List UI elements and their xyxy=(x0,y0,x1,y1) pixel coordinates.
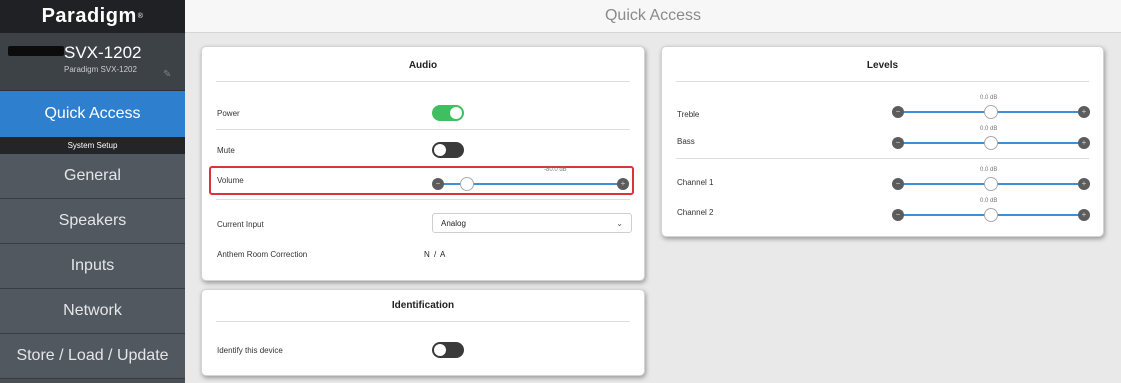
room-correction-label: Anthem Room Correction xyxy=(217,250,308,259)
identification-card: Identification Identify this device xyxy=(201,289,645,376)
channel-2-slider[interactable]: − + 0.0 dB xyxy=(892,198,1090,222)
volume-label: Volume xyxy=(217,176,244,185)
brand-name: Paradigm xyxy=(41,5,137,27)
toggle-knob xyxy=(434,344,446,356)
brand-mark: ® xyxy=(137,13,144,20)
nav-item-speakers[interactable]: Speakers xyxy=(0,199,185,244)
plus-icon[interactable]: + xyxy=(617,178,629,190)
slider-thumb[interactable] xyxy=(984,208,998,222)
divider xyxy=(216,199,630,200)
edit-pencil-icon[interactable]: ✎ xyxy=(163,70,173,80)
volume-value: -80.0 dB xyxy=(544,167,567,173)
slider-thumb[interactable] xyxy=(984,177,998,191)
bass-value: 0.0 dB xyxy=(980,126,998,132)
identification-card-title: Identification xyxy=(391,300,455,311)
channel-1-value: 0.0 dB xyxy=(980,167,998,173)
nav-item-general[interactable]: General xyxy=(0,154,185,199)
minus-icon[interactable]: − xyxy=(892,178,904,190)
device-name: SVX-1202 xyxy=(64,43,142,62)
plus-icon[interactable]: + xyxy=(1078,137,1090,149)
device-info: SVX-1202 Paradigm SVX-1202 ✎ xyxy=(0,33,185,91)
audio-card-title: Audio xyxy=(408,60,438,71)
brand-logo: Paradigm ® xyxy=(0,0,185,33)
current-input-select[interactable]: Analog ⌄ xyxy=(432,213,632,233)
plus-icon[interactable]: + xyxy=(1078,106,1090,118)
channel-2-value: 0.0 dB xyxy=(980,198,998,204)
volume-slider[interactable]: − + -80.0 dB xyxy=(432,167,629,191)
nav-item-quick-access[interactable]: Quick Access xyxy=(0,91,185,137)
treble-slider[interactable]: − + 0.0 dB xyxy=(892,95,1090,119)
divider xyxy=(676,81,1089,82)
slider-thumb[interactable] xyxy=(460,177,475,191)
divider xyxy=(216,321,630,322)
divider xyxy=(216,129,630,130)
nav-item-store-load-update[interactable]: Store / Load / Update xyxy=(0,334,185,379)
nav-item-network[interactable]: Network xyxy=(0,289,185,334)
mute-label: Mute xyxy=(217,146,235,155)
redacted-box xyxy=(8,46,64,56)
minus-icon[interactable]: − xyxy=(432,178,444,190)
channel-1-slider[interactable]: − + 0.0 dB xyxy=(892,167,1090,191)
page-title: Quick Access xyxy=(185,0,1121,33)
nav-item-inputs[interactable]: Inputs xyxy=(0,244,185,289)
minus-icon[interactable]: − xyxy=(892,209,904,221)
sidebar: Paradigm ® SVX-1202 Paradigm SVX-1202 ✎ Q… xyxy=(0,0,185,383)
identify-device-label: Identify this device xyxy=(217,346,283,355)
toggle-knob xyxy=(434,144,446,156)
channel-1-label: Channel 1 xyxy=(677,178,714,187)
identify-device-toggle[interactable] xyxy=(432,342,464,358)
treble-value: 0.0 dB xyxy=(980,95,998,101)
toggle-knob xyxy=(450,107,462,119)
audio-card: Audio Power Mute Volume − + -80.0 dB Cur… xyxy=(201,46,645,281)
section-label-system-setup: System Setup xyxy=(0,137,185,154)
levels-card-title: Levels xyxy=(866,60,899,71)
power-toggle[interactable] xyxy=(432,105,464,121)
slider-thumb[interactable] xyxy=(984,105,998,119)
minus-icon[interactable]: − xyxy=(892,137,904,149)
minus-icon[interactable]: − xyxy=(892,106,904,118)
slider-thumb[interactable] xyxy=(984,136,998,150)
divider xyxy=(676,158,1089,159)
channel-2-label: Channel 2 xyxy=(677,208,714,217)
power-label: Power xyxy=(217,109,240,118)
levels-card: Levels Treble − + 0.0 dB Bass − + 0.0 dB… xyxy=(661,46,1104,237)
mute-toggle[interactable] xyxy=(432,142,464,158)
plus-icon[interactable]: + xyxy=(1078,209,1090,221)
current-input-label: Current Input xyxy=(217,220,264,229)
treble-label: Treble xyxy=(677,110,700,119)
chevron-down-icon: ⌄ xyxy=(616,218,623,228)
plus-icon[interactable]: + xyxy=(1078,178,1090,190)
bass-label: Bass xyxy=(677,137,695,146)
room-correction-value: N / A xyxy=(424,250,447,259)
current-input-value: Analog xyxy=(441,218,466,228)
divider xyxy=(216,81,630,82)
bass-slider[interactable]: − + 0.0 dB xyxy=(892,126,1090,150)
